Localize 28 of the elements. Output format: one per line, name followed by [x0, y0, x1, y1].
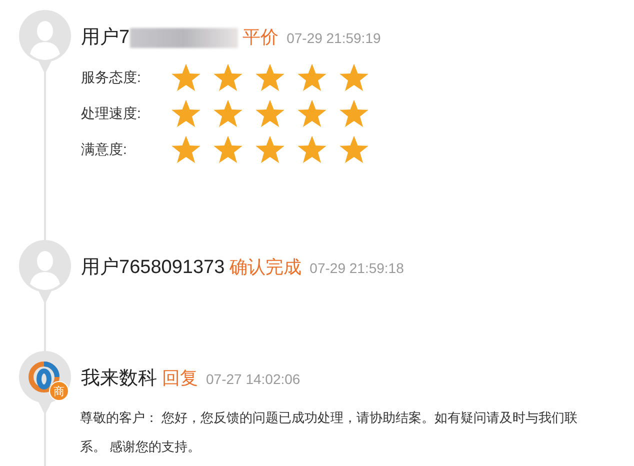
star-icon — [213, 98, 243, 128]
rating-label: 处理速度: — [81, 104, 142, 122]
star-icon — [213, 62, 243, 92]
timestamp: 07-27 14:02:06 — [206, 370, 300, 388]
star-icon — [339, 62, 369, 92]
star-icon — [171, 98, 201, 128]
star-icon — [255, 134, 285, 164]
star-icon — [213, 134, 243, 164]
action-label: 回复 — [162, 366, 198, 390]
star-icon — [297, 134, 327, 164]
user-name: 我来数科 — [81, 366, 157, 390]
star-icon — [339, 98, 369, 128]
rating-label: 满意度: — [81, 140, 128, 158]
user-name: 用户7 — [81, 26, 130, 50]
action-label: 平价 — [242, 26, 279, 49]
star-icon — [297, 98, 327, 128]
star-icon — [255, 62, 285, 92]
star-icon — [255, 98, 285, 128]
reply-message: 尊敬的客户： 您好，您反馈的问题已成功处理，请协助结案。如有疑问请及时与我们联系。 感谢您的支持。 — [80, 408, 579, 456]
timestamp: 07-29 21:59:18 — [310, 258, 404, 278]
timestamp: 07-29 21:59:19 — [286, 29, 381, 48]
action-label: 确认完成 — [230, 256, 302, 278]
user-name: 用户7658091373 — [81, 256, 225, 280]
rating-label: 服务态度: — [81, 68, 142, 86]
star-icon — [171, 134, 201, 164]
star-icon — [339, 134, 369, 164]
star-icon — [171, 62, 201, 92]
star-icon — [297, 62, 327, 92]
